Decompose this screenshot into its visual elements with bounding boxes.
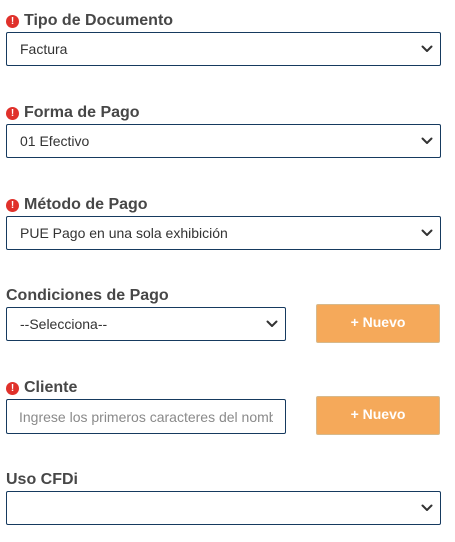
- condiciones-pago-label: Condiciones de Pago: [6, 285, 169, 307]
- uso-cfdi-label-text: Uso CFDi: [6, 471, 78, 488]
- tipo-documento-selected-value: Factura: [20, 41, 68, 57]
- chevron-down-icon: [421, 229, 433, 236]
- tipo-documento-label: ! Tipo de Documento: [6, 10, 173, 32]
- nuevo-cliente-button[interactable]: + Nuevo: [316, 396, 440, 435]
- required-exclamation-icon: !: [6, 106, 19, 120]
- uso-cfdi-select[interactable]: [6, 491, 441, 525]
- metodo-pago-selected-value: PUE Pago en una sola exhibición: [20, 225, 228, 241]
- cliente-search-input[interactable]: [6, 399, 286, 434]
- cliente-label: ! Cliente: [6, 377, 77, 399]
- chevron-down-icon: [266, 320, 278, 327]
- tipo-documento-select[interactable]: Factura: [6, 32, 441, 66]
- uso-cfdi-label: Uso CFDi: [6, 469, 78, 491]
- metodo-pago-select[interactable]: PUE Pago en una sola exhibición: [6, 216, 441, 250]
- required-exclamation-icon: !: [6, 381, 19, 395]
- forma-pago-select[interactable]: 01 Efectivo: [6, 124, 441, 158]
- invoice-form: ! Tipo de Documento Factura ! Forma de P…: [0, 0, 455, 542]
- chevron-down-icon: [421, 45, 433, 52]
- forma-pago-selected-value: 01 Efectivo: [20, 133, 90, 149]
- condiciones-pago-label-text: Condiciones de Pago: [6, 287, 169, 304]
- forma-pago-label-text: Forma de Pago: [24, 104, 140, 121]
- required-exclamation-icon: !: [6, 14, 19, 28]
- cliente-label-text: Cliente: [24, 379, 78, 396]
- condiciones-pago-selected-value: --Selecciona--: [20, 316, 108, 332]
- chevron-down-icon: [421, 504, 433, 511]
- metodo-pago-label: ! Método de Pago: [6, 194, 148, 216]
- required-exclamation-icon: !: [6, 198, 19, 212]
- condiciones-pago-select[interactable]: --Selecciona--: [6, 307, 286, 341]
- forma-pago-label: ! Forma de Pago: [6, 102, 140, 124]
- nueva-condicion-pago-button[interactable]: + Nuevo: [316, 304, 440, 343]
- tipo-documento-label-text: Tipo de Documento: [24, 12, 174, 29]
- metodo-pago-label-text: Método de Pago: [24, 196, 148, 213]
- chevron-down-icon: [421, 137, 433, 144]
